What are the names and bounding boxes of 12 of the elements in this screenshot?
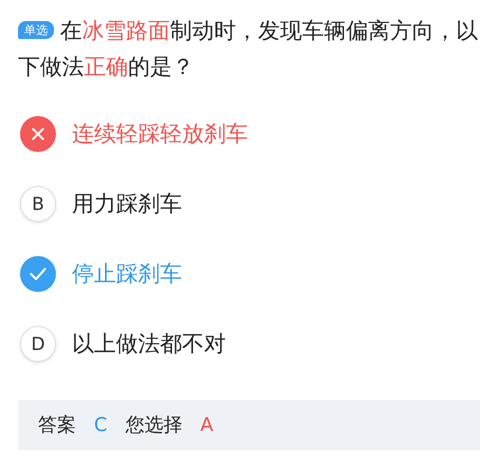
option-text[interactable]: 连续轻踩轻放刹车: [72, 119, 248, 149]
check-icon[interactable]: [20, 256, 56, 292]
cross-icon[interactable]: [20, 116, 56, 152]
option-letter[interactable]: D: [20, 326, 56, 362]
choice-label: 您选择: [125, 413, 182, 438]
option-text[interactable]: 用力踩刹车: [72, 189, 182, 219]
chosen-answer: A: [200, 414, 214, 436]
question-text: 单选 在冰雪路面制动时，发现车辆偏离方向，以下做法正确的是？: [18, 18, 479, 82]
option-letter[interactable]: B: [20, 186, 56, 222]
correct-answer: C: [94, 414, 108, 436]
option-text[interactable]: 以上做法都不对: [72, 329, 226, 359]
answer-label: 答案: [38, 413, 76, 438]
